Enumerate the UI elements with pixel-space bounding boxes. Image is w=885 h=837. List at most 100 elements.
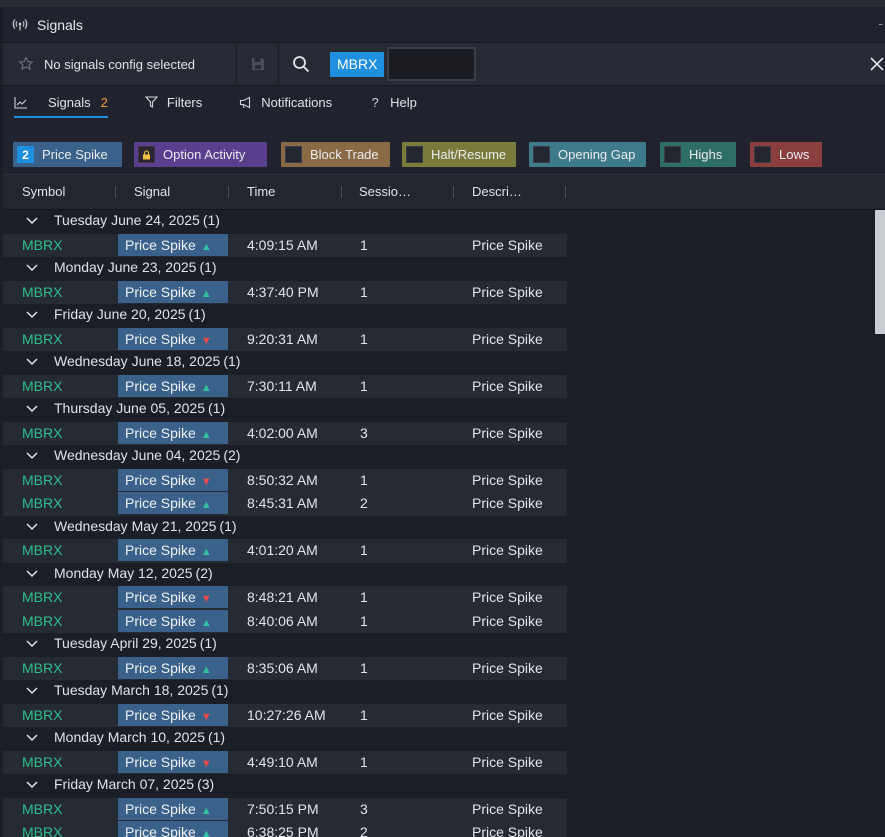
column-header-description[interactable]: Descri… [472,175,522,210]
star-icon[interactable] [18,56,34,72]
cell-symbol[interactable]: MBRX [22,542,62,558]
chevron-down-icon[interactable] [25,260,39,274]
chevron-down-icon[interactable] [25,566,39,580]
table-row[interactable]: MBRX Price Spike ▲ 8:35:06 AM 1 Price Spike [3,656,874,680]
group-row[interactable]: Tuesday June 24, 2025 (1) [3,210,874,234]
cell-symbol[interactable]: MBRX [22,660,62,676]
chip-price-spike[interactable]: 2 Price Spike [13,142,122,167]
column-separator[interactable] [228,186,229,198]
cell-signal[interactable]: Price Spike ▼ [118,703,228,726]
config-selector[interactable]: No signals config selected [3,43,237,85]
cell-symbol[interactable]: MBRX [22,754,62,770]
cell-signal[interactable]: Price Spike ▲ [118,797,228,820]
cell-signal[interactable]: Price Spike ▼ [118,586,228,608]
chip-highs[interactable]: Highs [660,142,736,167]
chip-checkbox[interactable] [533,146,550,163]
group-row[interactable]: Friday June 20, 2025 (1) [3,304,874,328]
cell-symbol[interactable]: MBRX [22,237,62,253]
cell-symbol[interactable]: MBRX [22,801,62,817]
chevron-down-icon[interactable] [25,448,39,462]
scrollbar-thumb[interactable] [875,210,885,334]
group-row[interactable]: Tuesday March 18, 2025 (1) [3,680,874,704]
chevron-down-icon[interactable] [25,777,39,791]
column-separator[interactable] [453,186,454,198]
chip-option-activity[interactable]: Option Activity [134,142,267,167]
table-row[interactable]: MBRX Price Spike ▲ 7:30:11 AM 1 Price Spike [3,374,874,398]
tab-signals[interactable]: Signals 2 [14,86,108,118]
symbol-input[interactable] [387,47,477,81]
cell-signal[interactable]: Price Spike ▼ [118,468,228,491]
group-row[interactable]: Wednesday June 18, 2025 (1) [3,351,874,375]
chevron-down-icon[interactable] [25,307,39,321]
group-row[interactable]: Monday June 23, 2025 (1) [3,257,874,281]
cell-signal[interactable]: Price Spike ▲ [118,421,228,444]
cell-symbol[interactable]: MBRX [22,284,62,300]
column-separator[interactable] [341,186,342,198]
grid-scrollbar[interactable] [875,210,885,837]
chevron-down-icon[interactable] [25,683,39,697]
column-header-symbol[interactable]: Symbol [22,175,65,210]
search-button[interactable] [279,43,322,85]
chevron-down-icon[interactable] [25,354,39,368]
chip-checkbox[interactable] [285,146,302,163]
group-row[interactable]: Thursday June 05, 2025 (1) [3,398,874,422]
chip-halt-resume[interactable]: Halt/Resume [402,142,516,167]
table-row[interactable]: MBRX Price Spike ▼ 8:48:21 AM 1 Price Spike [3,586,874,610]
table-row[interactable]: MBRX Price Spike ▼ 9:20:31 AM 1 Price Spike [3,327,874,351]
save-button[interactable] [237,43,279,85]
cell-signal[interactable]: Price Spike ▲ [118,374,228,397]
cell-signal[interactable]: Price Spike ▼ [118,750,228,773]
chip-checkbox[interactable] [754,146,771,163]
column-header-signal[interactable]: Signal [134,175,170,210]
group-row[interactable]: Wednesday May 21, 2025 (1) [3,515,874,539]
table-row[interactable]: MBRX Price Spike ▲ 8:45:31 AM 2 Price Spike [3,492,874,516]
cell-signal[interactable]: Price Spike ▼ [118,327,228,350]
tab-help[interactable]: ? Help [368,86,416,118]
group-row[interactable]: Wednesday June 04, 2025 (2) [3,445,874,469]
minimize-icon[interactable]: - [878,15,883,31]
symbol-badge[interactable]: MBRX [330,51,385,77]
group-row[interactable]: Tuesday April 29, 2025 (1) [3,633,874,657]
close-icon[interactable] [869,54,885,74]
chip-checkbox[interactable] [664,146,681,163]
table-row[interactable]: MBRX Price Spike ▲ 4:09:15 AM 1 Price Spike [3,233,874,257]
tab-filters[interactable]: Filters [145,86,202,118]
table-row[interactable]: MBRX Price Spike ▲ 7:50:15 PM 3 Price Spike [3,797,874,821]
cell-symbol[interactable]: MBRX [22,425,62,441]
column-separator[interactable] [565,186,566,198]
table-row[interactable]: MBRX Price Spike ▲ 6:38:25 PM 2 Price Spike [3,821,874,837]
cell-signal[interactable]: Price Spike ▲ [118,539,228,561]
chevron-down-icon[interactable] [25,636,39,650]
chevron-down-icon[interactable] [25,401,39,415]
cell-signal[interactable]: Price Spike ▲ [118,656,228,679]
column-separator[interactable] [115,186,116,198]
group-row[interactable]: Monday May 12, 2025 (2) [3,562,874,586]
chip-lows[interactable]: Lows [750,142,822,167]
table-row[interactable]: MBRX Price Spike ▼ 10:27:26 AM 1 Price Spike [3,703,874,727]
cell-symbol[interactable]: MBRX [22,613,62,629]
table-row[interactable]: MBRX Price Spike ▲ 4:01:20 AM 1 Price Spike [3,539,874,563]
cell-signal[interactable]: Price Spike ▲ [118,233,228,256]
cell-symbol[interactable]: MBRX [22,589,62,605]
cell-signal[interactable]: Price Spike ▲ [118,609,228,632]
group-row[interactable]: Monday March 10, 2025 (1) [3,727,874,751]
column-header-time[interactable]: Time [247,175,275,210]
group-row[interactable]: Friday March 07, 2025 (3) [3,774,874,798]
table-row[interactable]: MBRX Price Spike ▲ 8:40:06 AM 1 Price Spike [3,609,874,633]
cell-symbol[interactable]: MBRX [22,495,62,511]
tab-notifications[interactable]: Notifications [239,86,332,118]
chevron-down-icon[interactable] [25,519,39,533]
cell-symbol[interactable]: MBRX [22,378,62,394]
chip-checkbox[interactable] [406,146,423,163]
chip-block-trade[interactable]: Block Trade [281,142,390,167]
table-row[interactable]: MBRX Price Spike ▲ 4:37:40 PM 1 Price Spike [3,280,874,304]
table-row[interactable]: MBRX Price Spike ▼ 8:50:32 AM 1 Price Spike [3,468,874,492]
cell-symbol[interactable]: MBRX [22,824,62,837]
cell-signal[interactable]: Price Spike ▲ [118,492,228,514]
cell-signal[interactable]: Price Spike ▲ [118,821,228,837]
cell-symbol[interactable]: MBRX [22,472,62,488]
cell-symbol[interactable]: MBRX [22,707,62,723]
table-row[interactable]: MBRX Price Spike ▼ 4:49:10 AM 1 Price Spike [3,750,874,774]
chevron-down-icon[interactable] [25,213,39,227]
chip-opening-gap[interactable]: Opening Gap [529,142,646,167]
